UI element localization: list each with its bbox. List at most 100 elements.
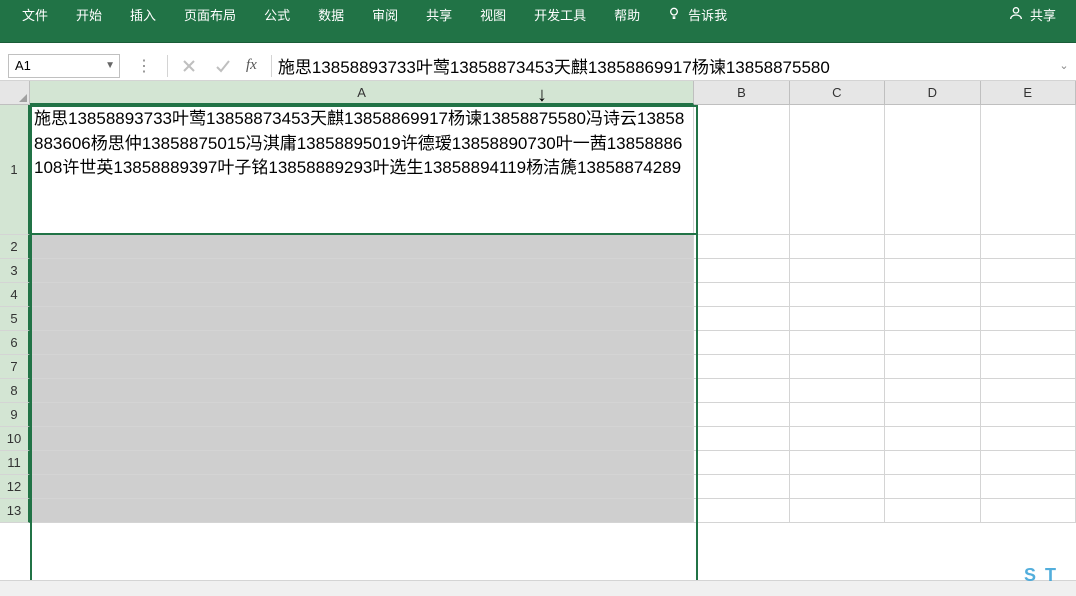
cell-E1[interactable] xyxy=(981,105,1076,235)
cell-D9[interactable] xyxy=(885,403,980,427)
cell-B11[interactable] xyxy=(694,451,789,475)
cell-C13[interactable] xyxy=(790,499,885,523)
column-header-C[interactable]: C xyxy=(790,81,885,105)
cell-B6[interactable] xyxy=(694,331,789,355)
cell-C2[interactable] xyxy=(790,235,885,259)
cell-C6[interactable] xyxy=(790,331,885,355)
cell-E2[interactable] xyxy=(981,235,1076,259)
cell-D7[interactable] xyxy=(885,355,980,379)
cell-C5[interactable] xyxy=(790,307,885,331)
cell-A8[interactable] xyxy=(30,379,694,403)
cell-B1[interactable] xyxy=(694,105,789,235)
menu-formulas[interactable]: 公式 xyxy=(250,0,304,28)
menu-data[interactable]: 数据 xyxy=(304,0,358,28)
enter-button[interactable] xyxy=(206,53,240,79)
row-header-3[interactable]: 3 xyxy=(0,259,30,283)
cell-D13[interactable] xyxy=(885,499,980,523)
cell-B7[interactable] xyxy=(694,355,789,379)
cell-E12[interactable] xyxy=(981,475,1076,499)
cell-E4[interactable] xyxy=(981,283,1076,307)
cell-A4[interactable] xyxy=(30,283,694,307)
cell-D8[interactable] xyxy=(885,379,980,403)
column-header-B[interactable]: B xyxy=(694,81,789,105)
cell-E11[interactable] xyxy=(981,451,1076,475)
menu-page-layout[interactable]: 页面布局 xyxy=(170,0,250,28)
cell-E5[interactable] xyxy=(981,307,1076,331)
cell-E6[interactable] xyxy=(981,331,1076,355)
menu-view[interactable]: 视图 xyxy=(466,0,520,28)
horizontal-scrollbar[interactable] xyxy=(0,580,1076,596)
formula-input[interactable] xyxy=(276,54,1058,78)
cell-E7[interactable] xyxy=(981,355,1076,379)
column-header-D[interactable]: D xyxy=(885,81,980,105)
cell-E8[interactable] xyxy=(981,379,1076,403)
cell-D10[interactable] xyxy=(885,427,980,451)
cells-area[interactable]: 施思13858893733叶莺13858873453天麒13858869917杨… xyxy=(30,105,1076,596)
cell-A6[interactable] xyxy=(30,331,694,355)
cell-C10[interactable] xyxy=(790,427,885,451)
cell-A2[interactable] xyxy=(30,235,694,259)
cell-A12[interactable] xyxy=(30,475,694,499)
menu-tell-me[interactable]: 告诉我 xyxy=(654,0,739,28)
row-header-8[interactable]: 8 xyxy=(0,379,30,403)
menu-review[interactable]: 审阅 xyxy=(358,0,412,28)
menu-share-tab[interactable]: 共享 xyxy=(412,0,466,28)
cell-B3[interactable] xyxy=(694,259,789,283)
row-header-11[interactable]: 11 xyxy=(0,451,30,475)
cell-D2[interactable] xyxy=(885,235,980,259)
row-header-6[interactable]: 6 xyxy=(0,331,30,355)
cell-A13[interactable] xyxy=(30,499,694,523)
cell-B10[interactable] xyxy=(694,427,789,451)
cell-A10[interactable] xyxy=(30,427,694,451)
cell-B9[interactable] xyxy=(694,403,789,427)
cell-C3[interactable] xyxy=(790,259,885,283)
cancel-button[interactable] xyxy=(172,53,206,79)
row-header-4[interactable]: 4 xyxy=(0,283,30,307)
cell-B4[interactable] xyxy=(694,283,789,307)
row-header-2[interactable]: 2 xyxy=(0,235,30,259)
cell-E13[interactable] xyxy=(981,499,1076,523)
column-header-E[interactable]: E xyxy=(981,81,1076,105)
cell-D5[interactable] xyxy=(885,307,980,331)
row-header-12[interactable]: 12 xyxy=(0,475,30,499)
fx-icon[interactable]: fx xyxy=(240,57,267,74)
cell-C1[interactable] xyxy=(790,105,885,235)
menu-insert[interactable]: 插入 xyxy=(116,0,170,28)
cell-D3[interactable] xyxy=(885,259,980,283)
spreadsheet-grid[interactable]: ABCDE 12345678910111213 施思13858893733叶莺1… xyxy=(0,81,1076,596)
cell-B8[interactable] xyxy=(694,379,789,403)
cell-E10[interactable] xyxy=(981,427,1076,451)
cell-D1[interactable] xyxy=(885,105,980,235)
chevron-down-icon[interactable]: ▼ xyxy=(105,60,115,71)
cell-A11[interactable] xyxy=(30,451,694,475)
cell-E9[interactable] xyxy=(981,403,1076,427)
cell-B12[interactable] xyxy=(694,475,789,499)
column-header-A[interactable]: A xyxy=(30,81,694,105)
cell-C4[interactable] xyxy=(790,283,885,307)
cell-B5[interactable] xyxy=(694,307,789,331)
cell-C12[interactable] xyxy=(790,475,885,499)
cell-B13[interactable] xyxy=(694,499,789,523)
row-header-7[interactable]: 7 xyxy=(0,355,30,379)
menu-share-button[interactable]: 共享 xyxy=(996,0,1068,28)
row-header-10[interactable]: 10 xyxy=(0,427,30,451)
cell-C7[interactable] xyxy=(790,355,885,379)
expand-formula-icon[interactable]: ⌄ xyxy=(1058,59,1076,72)
row-header-13[interactable]: 13 xyxy=(0,499,30,523)
cell-A9[interactable] xyxy=(30,403,694,427)
cell-D6[interactable] xyxy=(885,331,980,355)
cell-E3[interactable] xyxy=(981,259,1076,283)
cell-D11[interactable] xyxy=(885,451,980,475)
cell-D12[interactable] xyxy=(885,475,980,499)
cell-C9[interactable] xyxy=(790,403,885,427)
menu-developer[interactable]: 开发工具 xyxy=(520,0,600,28)
row-header-5[interactable]: 5 xyxy=(0,307,30,331)
select-all-corner[interactable] xyxy=(0,81,30,105)
cell-A5[interactable] xyxy=(30,307,694,331)
cell-A1[interactable]: 施思13858893733叶莺13858873453天麒13858869917杨… xyxy=(30,105,694,235)
cell-A3[interactable] xyxy=(30,259,694,283)
cell-B2[interactable] xyxy=(694,235,789,259)
row-header-9[interactable]: 9 xyxy=(0,403,30,427)
name-box[interactable]: A1 ▼ xyxy=(8,54,120,78)
menu-home[interactable]: 开始 xyxy=(62,0,116,28)
